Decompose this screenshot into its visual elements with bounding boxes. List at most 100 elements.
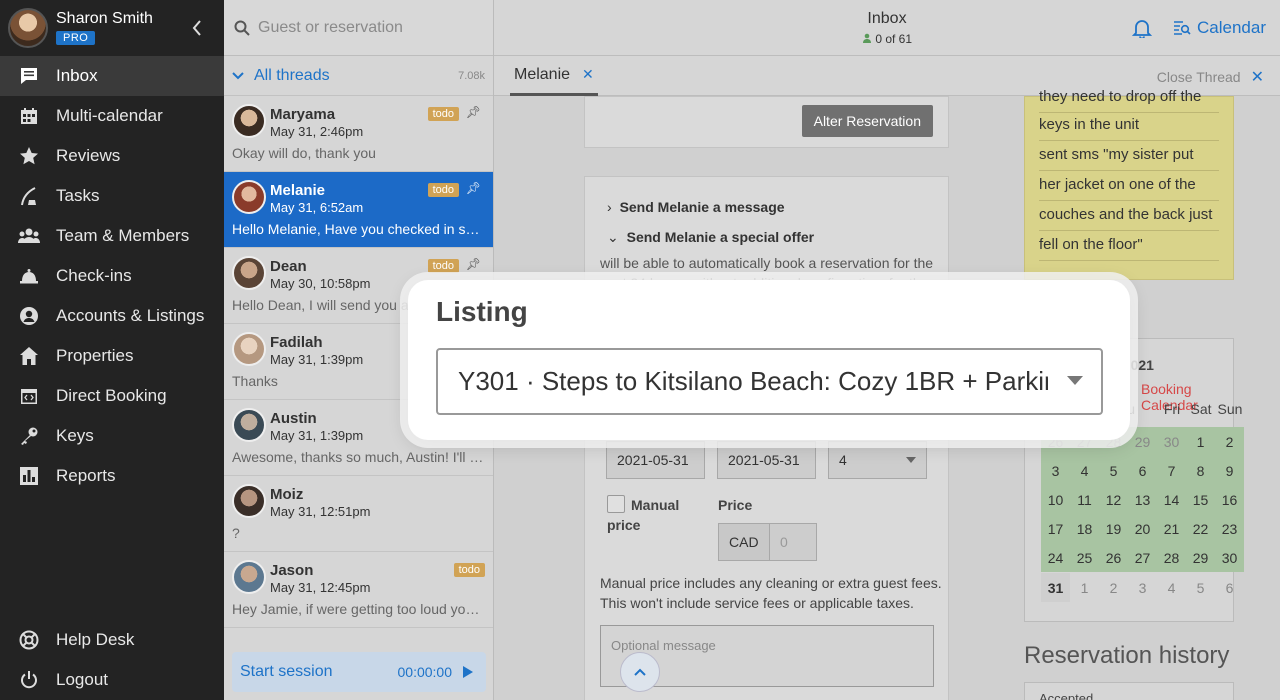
note-line: her jacket on one of the [1039,171,1219,201]
list-item[interactable]: Moiz May 31, 12:51pm ? [224,476,493,552]
calendar-day[interactable]: 2 [1099,573,1128,602]
calendar-day[interactable]: 6 [1128,456,1157,485]
search-input[interactable] [258,18,478,37]
send-message-toggle[interactable]: › Send Melanie a message [607,199,785,215]
calendar-day[interactable]: 10 [1041,485,1070,514]
calendar-day[interactable]: 21 [1157,514,1186,543]
send-offer-toggle[interactable]: ⌄ Send Melanie a special offer [607,229,814,246]
calendar-day[interactable]: 1 [1070,573,1099,602]
calendar-day[interactable]: 22 [1186,514,1215,543]
sidebar-item-logout[interactable]: Logout [0,660,224,700]
pin-icon[interactable]: 📌︎ [466,181,481,195]
list-item[interactable]: Melanie May 31, 6:52am todo 📌︎ Hello Mel… [224,172,493,248]
calendar-button[interactable]: Calendar [1173,18,1266,38]
sidebar-item-multi-calendar[interactable]: Multi-calendar [0,96,224,136]
sidebar-item-direct-booking[interactable]: Direct Booking [0,376,224,416]
thread-message: ? [232,525,240,541]
calendar-day[interactable]: 2 [1215,427,1244,456]
calendar-day[interactable]: 14 [1157,485,1186,514]
avatar [232,332,266,366]
topbar: Inbox 0 of 61 Calendar [494,0,1280,56]
thread-name: Jason [270,562,314,579]
calendar-day[interactable]: 25 [1070,543,1099,572]
calendar-day[interactable]: 3 [1041,456,1070,485]
star-icon [18,145,40,167]
sidebar-item-keys[interactable]: Keys [0,416,224,456]
calendar-day[interactable]: 12 [1099,485,1128,514]
sidebar-item-check-ins[interactable]: Check-ins [0,256,224,296]
calendar-day[interactable]: 15 [1186,485,1215,514]
calendar-day[interactable]: 27 [1128,543,1157,572]
sidebar-item-accounts[interactable]: Accounts & Listings [0,296,224,336]
calendar-day[interactable]: 29 [1128,427,1157,456]
guests-select[interactable]: 4 [828,441,927,479]
close-icon[interactable]: ✕ [582,66,594,83]
calendar-day[interactable]: 26 [1099,543,1128,572]
sidebar-item-label: Tasks [56,186,100,205]
list-item[interactable]: Maryama May 31, 2:46pm todo 📌︎ Okay will… [224,96,493,172]
alter-reservation-button[interactable]: Alter Reservation [801,105,933,137]
guests-value: 4 [839,452,847,468]
calendar-day[interactable]: 30 [1215,543,1244,572]
profile[interactable]: Sharon Smith PRO [0,0,224,56]
collapse-sidebar-icon[interactable] [192,20,202,38]
calendar-day[interactable]: 18 [1070,514,1099,543]
thread-time: May 31, 2:46pm [270,124,364,139]
sidebar-item-reports[interactable]: Reports [0,456,224,496]
calendar-day[interactable]: 28 [1157,543,1186,572]
sidebar-item-tasks[interactable]: Tasks [0,176,224,216]
sidebar-item-inbox[interactable]: Inbox [0,56,224,96]
calendar-day[interactable]: 29 [1186,543,1215,572]
reservation-history-item[interactable]: Accepted [1024,682,1234,700]
team-icon [18,225,40,247]
page-title: Inbox [867,10,907,27]
notification-bell-icon[interactable] [1131,18,1153,43]
listing-select[interactable]: Y301 · Steps to Kitsilano Beach: Cozy 1B… [436,348,1103,415]
calendar-day[interactable]: 4 [1157,573,1186,602]
sidebar-item-label: Logout [56,670,108,689]
calendar-day[interactable]: 11 [1070,485,1099,514]
manual-price-checkbox[interactable] [607,495,625,513]
calendar-day[interactable]: 3 [1128,573,1157,602]
thread-time: May 31, 6:52am [270,200,364,215]
calendar-day[interactable]: 19 [1099,514,1128,543]
calendar-day[interactable]: 8 [1186,456,1215,485]
play-icon[interactable] [462,665,474,679]
calendar-day[interactable]: 17 [1041,514,1070,543]
start-date-field[interactable]: 2021-05-31 [606,441,705,479]
bell-icon [18,265,40,287]
tab-melanie[interactable]: Melanie ✕ [510,56,598,96]
calendar-day[interactable]: 24 [1041,543,1070,572]
calendar-day[interactable]: 6 [1215,573,1244,602]
scroll-up-button[interactable] [620,652,660,692]
start-session-bar[interactable]: Start session 00:00:00 [232,652,486,692]
list-item[interactable]: Jason May 31, 12:45pm todo Hey Jamie, if… [224,552,493,628]
calendar-day[interactable]: 5 [1186,573,1215,602]
sticky-note[interactable]: they need to drop off the keys in the un… [1024,88,1234,280]
calendar-day[interactable]: 31 [1041,573,1070,602]
sidebar-item-team[interactable]: Team & Members [0,216,224,256]
pin-icon[interactable]: 📌︎ [466,257,481,271]
todo-badge: todo [453,563,485,577]
calendar-day[interactable]: 4 [1070,456,1099,485]
calendar-day[interactable]: 7 [1157,456,1186,485]
calendar-day[interactable]: 5 [1099,456,1128,485]
caret-down-icon [1067,376,1083,385]
end-date-field[interactable]: 2021-05-31 [717,441,816,479]
calendar-day[interactable]: 23 [1215,514,1244,543]
thread-count: 7.08k [458,69,485,82]
calendar-day[interactable]: 16 [1215,485,1244,514]
sidebar-item-help-desk[interactable]: Help Desk [0,620,224,660]
price-input[interactable]: 0 [769,523,817,561]
note-line: fell on the floor" [1039,231,1219,261]
calendar-day[interactable]: 9 [1215,456,1244,485]
calendar-day[interactable]: 1 [1186,427,1215,456]
calendar-day[interactable]: 20 [1128,514,1157,543]
calendar-day[interactable]: 13 [1128,485,1157,514]
sidebar-item-properties[interactable]: Properties [0,336,224,376]
thread-time: May 31, 1:39pm [270,352,364,367]
sidebar-item-reviews[interactable]: Reviews [0,136,224,176]
calendar-day[interactable]: 30 [1157,427,1186,456]
pin-icon[interactable]: 📌︎ [466,105,481,119]
thread-filter[interactable]: All threads 7.08k [224,56,493,96]
